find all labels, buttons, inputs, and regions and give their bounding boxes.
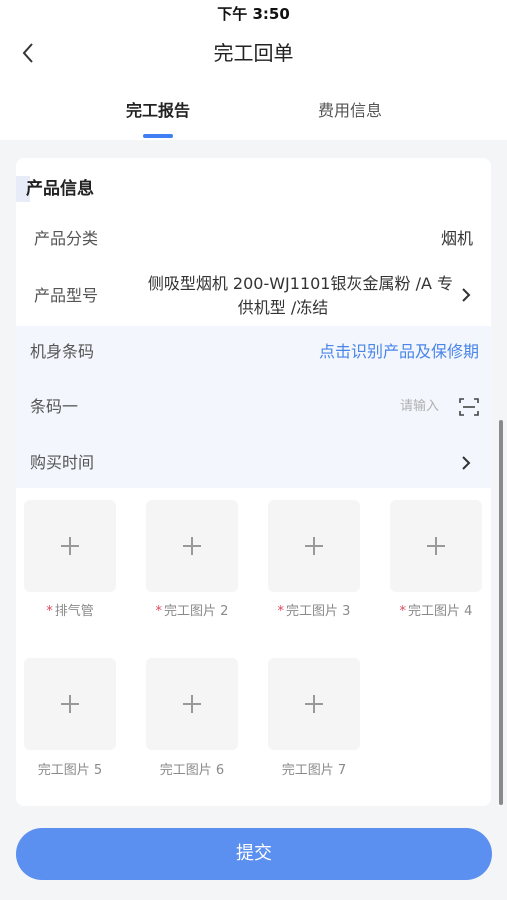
body-code-label: 机身条码	[30, 342, 95, 361]
photo-label: 完工图片 5	[37, 763, 103, 778]
barcode-input[interactable]: 请输入	[400, 382, 439, 432]
product-category-value: 烟机	[440, 229, 473, 248]
plus-icon	[183, 537, 201, 555]
submit-button[interactable]: 提交	[16, 828, 492, 880]
plus-icon	[427, 537, 445, 555]
status-time: 下午 3:50	[217, 5, 290, 23]
photo-upload-tile[interactable]	[268, 500, 360, 592]
product-model-row[interactable]: 产品型号 侧吸型烟机 200-WJ1101银灰金属粉 /A 专 供机型 /冻结	[16, 266, 491, 326]
form-card: 产品信息 产品分类 烟机 产品型号 侧吸型烟机 200-WJ1101银灰金属粉 …	[16, 158, 491, 806]
photo-label-text: 完工图片 3	[286, 604, 351, 619]
chevron-right-icon	[462, 456, 471, 470]
chevron-left-icon	[22, 43, 33, 63]
tab-active-indicator	[143, 134, 173, 138]
product-category-label: 产品分类	[34, 229, 99, 248]
photo-label-text: 完工图片 2	[164, 604, 229, 619]
photo-label: 完工图片 6	[159, 763, 225, 778]
plus-icon	[305, 537, 323, 555]
body-code-row: 机身条码 点击识别产品及保修期	[16, 326, 491, 378]
photo-upload-tile[interactable]	[146, 500, 238, 592]
required-mark: *	[155, 604, 163, 619]
identify-product-link[interactable]: 点击识别产品及保修期	[319, 326, 479, 378]
photo-label-text: 完工图片 4	[408, 604, 473, 619]
plus-icon	[61, 695, 79, 713]
tab-label: 完工报告	[125, 101, 190, 120]
back-button[interactable]	[14, 38, 44, 68]
tab-fee-info[interactable]: 费用信息	[260, 78, 440, 140]
photo-label: * 完工图片 2	[137, 600, 247, 619]
scrollbar[interactable]	[499, 420, 503, 805]
purchase-time-label: 购买时间	[30, 453, 95, 472]
barcode-row: 条码一 请输入	[16, 382, 491, 432]
status-bar: 下午 3:50	[0, 0, 507, 28]
photo-upload-tile[interactable]	[24, 658, 116, 750]
required-mark: *	[399, 604, 407, 619]
photo-label: * 排气管	[16, 600, 125, 619]
section-title-text: 产品信息	[26, 179, 94, 199]
body-code-block: 机身条码 点击识别产品及保修期 条码一 请输入 购买时间	[16, 326, 491, 488]
product-model-label: 产品型号	[34, 286, 99, 305]
product-model-value-line2: 供机型 /冻结	[237, 298, 329, 317]
photo-label: 完工图片 7	[281, 763, 347, 778]
nav-bar: 完工回单	[0, 28, 507, 78]
purchase-time-row[interactable]: 购买时间	[16, 438, 491, 488]
tab-label: 费用信息	[317, 101, 382, 120]
scan-icon[interactable]	[459, 398, 479, 416]
page-title: 完工回单	[213, 41, 294, 65]
photo-label: * 完工图片 3	[259, 600, 369, 619]
required-mark: *	[46, 604, 53, 619]
photo-upload-tile[interactable]	[146, 658, 238, 750]
required-mark: *	[277, 604, 285, 619]
plus-icon	[183, 695, 201, 713]
chevron-right-icon	[462, 288, 471, 302]
photo-upload-tile[interactable]	[268, 658, 360, 750]
product-category-row: 产品分类 烟机	[16, 218, 491, 260]
photo-label-text: 排气管	[54, 604, 94, 619]
section-title: 产品信息	[16, 176, 136, 202]
product-model-value: 侧吸型烟机 200-WJ1101银灰金属粉 /A 专 供机型 /冻结	[113, 272, 453, 320]
plus-icon	[61, 537, 79, 555]
tab-bar: 完工报告 费用信息	[0, 78, 507, 140]
barcode-label: 条码一	[30, 397, 79, 416]
plus-icon	[305, 695, 323, 713]
photo-upload-tile[interactable]	[24, 500, 116, 592]
photo-label: * 完工图片 4	[381, 600, 491, 619]
product-model-value-line1: 侧吸型烟机 200-WJ1101银灰金属粉 /A 专	[147, 274, 453, 293]
photo-upload-tile[interactable]	[390, 500, 482, 592]
tab-completion-report[interactable]: 完工报告	[68, 78, 248, 140]
